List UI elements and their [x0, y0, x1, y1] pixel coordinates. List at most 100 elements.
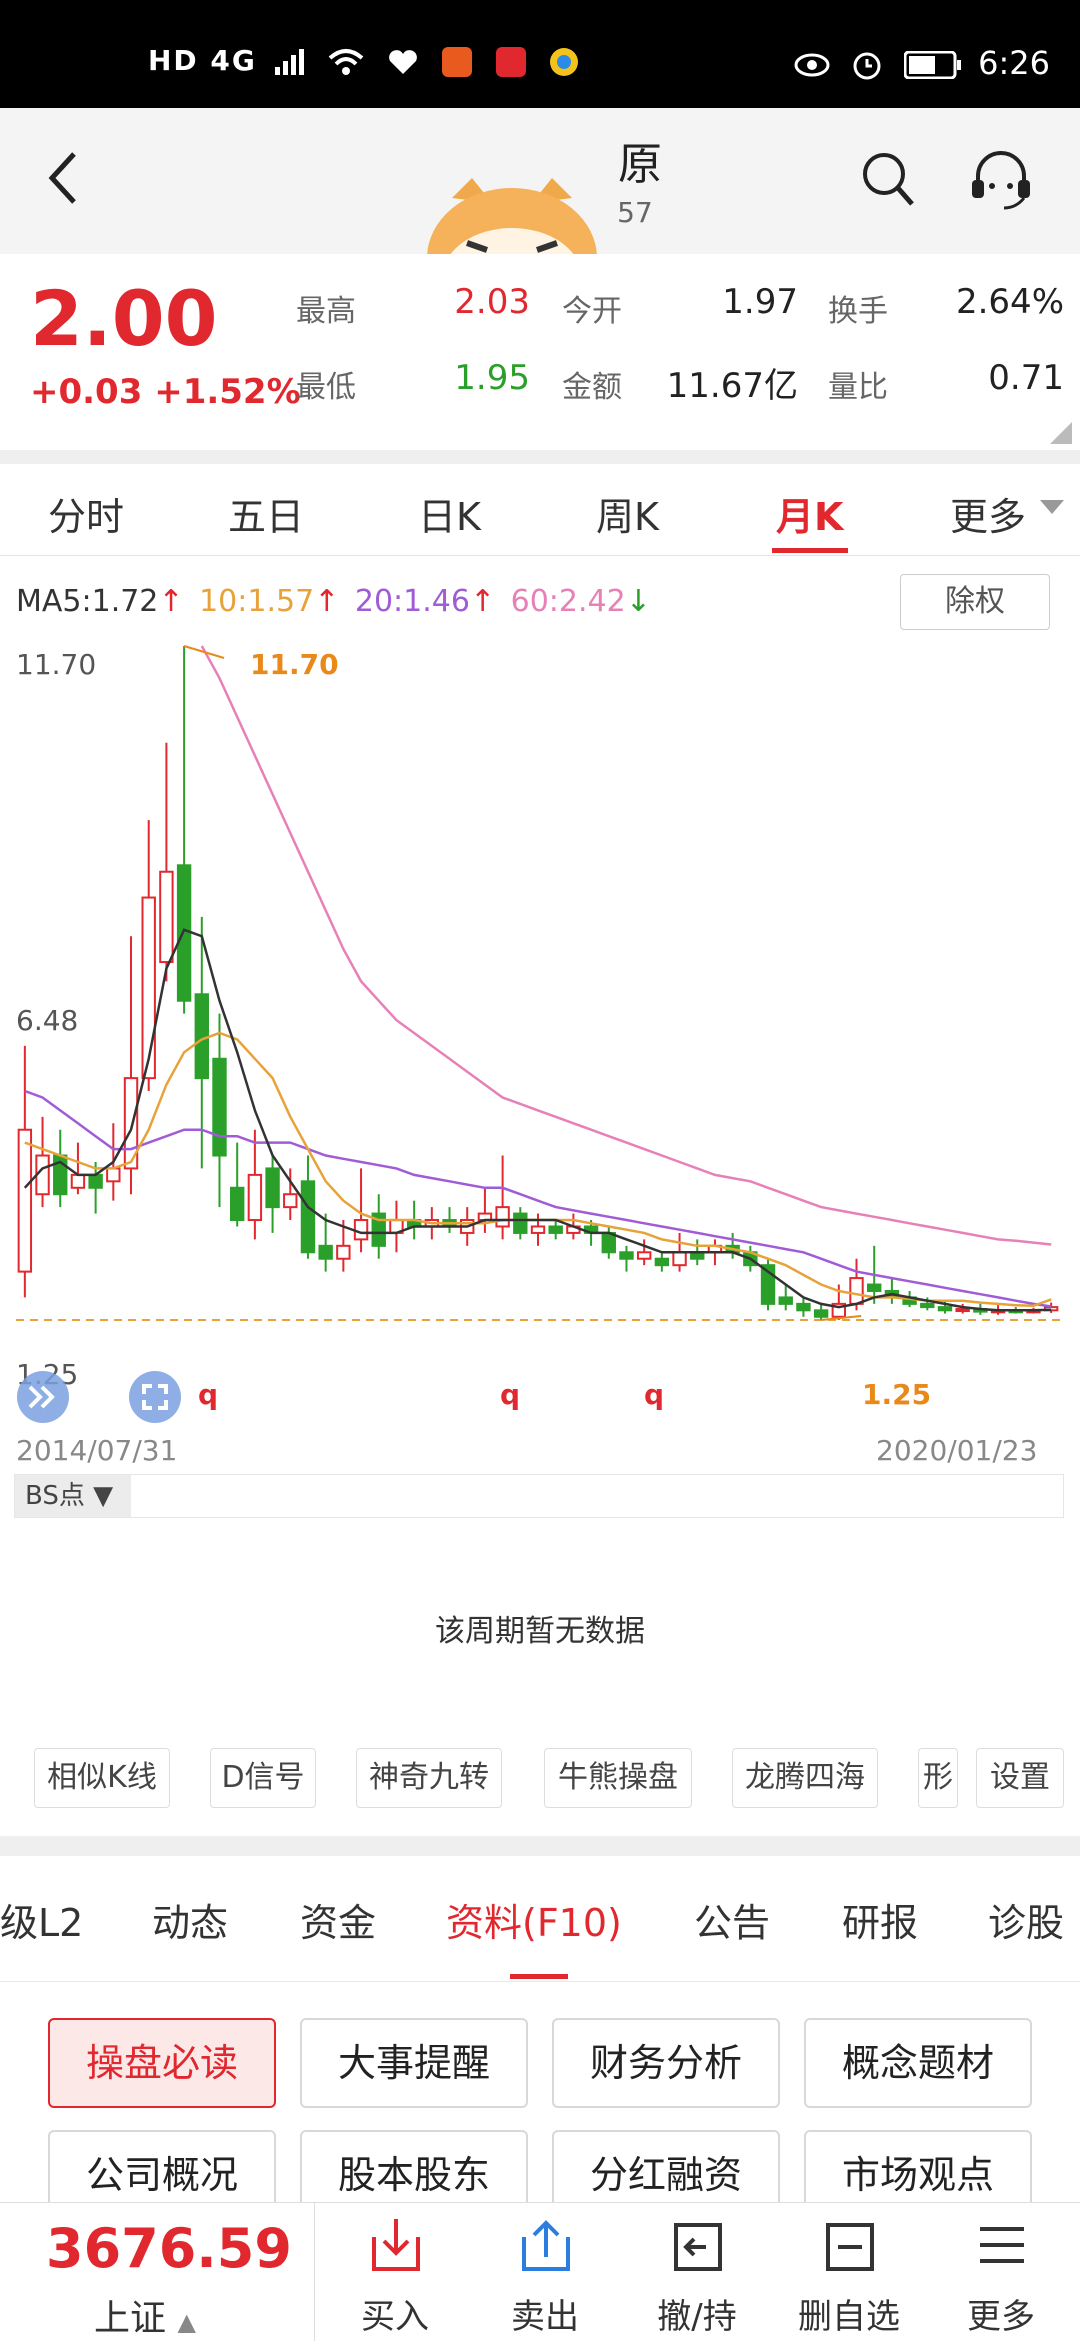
sell-icon	[522, 2220, 570, 2271]
tool-pattern[interactable]: 形	[918, 1748, 958, 1808]
candle-body	[229, 1186, 245, 1222]
y-tick-high: 11.70	[16, 648, 97, 681]
tab-intraday[interactable]: 分时	[48, 486, 124, 541]
candle-body	[813, 1309, 829, 1318]
candle-body	[530, 1225, 546, 1234]
active-tab-indicator	[772, 548, 848, 553]
tab-news[interactable]: 动态	[152, 1892, 228, 1947]
customer-service-icon[interactable]	[966, 146, 1036, 216]
candle-body	[548, 1225, 563, 1234]
buy-icon	[372, 2219, 420, 2271]
ma10-line	[24, 1031, 1052, 1308]
tab-five-day[interactable]: 五日	[228, 486, 304, 541]
tab-monthly-k[interactable]: 月K	[776, 486, 843, 541]
menu-icon	[980, 2227, 1024, 2263]
status-bar: HD 4G 6:26	[0, 0, 1080, 108]
event-marker[interactable]: q	[500, 1378, 520, 1411]
period-tabs: 分时 五日 日K 周K 月K 更多	[0, 464, 1080, 556]
x-end-date: 2020/01/23	[876, 1434, 1038, 1467]
tool-dragon[interactable]: 龙腾四海	[732, 1748, 878, 1808]
candle-body	[796, 1302, 811, 1312]
search-icon[interactable]	[860, 150, 916, 210]
tool-settings[interactable]: 设置	[976, 1748, 1064, 1808]
event-marker[interactable]: q	[644, 1378, 664, 1411]
tool-d-signal[interactable]: D信号	[210, 1748, 316, 1808]
no-data-message: 该周期暂无数据	[435, 1614, 645, 1649]
btn-event-reminder[interactable]: 大事提醒	[300, 2018, 528, 2108]
btn-financial-analysis[interactable]: 财务分析	[552, 2018, 780, 2108]
caret-up-icon: ▲	[177, 2308, 196, 2336]
label-amount: 金额	[562, 370, 622, 405]
eye-icon	[794, 53, 830, 77]
network-label: HD 4G	[148, 44, 257, 77]
remove-watchlist-label: 删自选	[798, 2297, 900, 2337]
candle-body	[619, 1251, 634, 1260]
index-name[interactable]: 上证 ▲	[94, 2289, 196, 2341]
tab-diagnosis[interactable]: 诊股	[988, 1892, 1064, 1947]
clock: 6:26	[978, 44, 1050, 82]
label-open: 今开	[562, 294, 622, 329]
tab-more[interactable]: 更多	[950, 486, 1026, 541]
tool-magic-nine[interactable]: 神奇九转	[356, 1748, 502, 1808]
fullscreen-icon[interactable]	[128, 1370, 182, 1424]
fast-forward-icon[interactable]	[16, 1370, 70, 1424]
sell-button[interactable]: 卖出	[470, 2203, 620, 2341]
active-tab-indicator	[510, 1974, 568, 1979]
remove-watchlist-icon	[826, 2223, 874, 2271]
cancel-order-icon	[674, 2223, 722, 2271]
ex-rights-button[interactable]: 除权	[900, 574, 1050, 630]
bs-point-toggle[interactable]: BS点 ▼	[15, 1475, 131, 1517]
tool-bull-bear[interactable]: 牛熊操盘	[544, 1748, 692, 1808]
more-button[interactable]: 更多	[926, 2203, 1076, 2341]
tab-f10[interactable]: 资料(F10)	[446, 1892, 622, 1947]
divider	[0, 1836, 1080, 1856]
tab-funds[interactable]: 资金	[300, 1892, 376, 1947]
expand-corner-icon[interactable]	[1050, 422, 1072, 444]
buy-button[interactable]: 买入	[320, 2203, 470, 2341]
tab-weekly-k[interactable]: 周K	[596, 486, 659, 541]
candle-body	[88, 1173, 103, 1189]
btn-must-read[interactable]: 操盘必读	[48, 2018, 276, 2108]
tab-research[interactable]: 研报	[842, 1892, 918, 1947]
candle-body	[194, 993, 209, 1080]
candle-body	[672, 1251, 687, 1267]
value-amount: 11.67亿	[666, 366, 798, 406]
tab-announcements[interactable]: 公告	[694, 1892, 770, 1947]
x-start-date: 2014/07/31	[16, 1434, 178, 1467]
remove-watchlist-button[interactable]: 删自选	[774, 2203, 924, 2341]
tab-daily-k[interactable]: 日K	[418, 486, 481, 541]
value-volume-ratio: 0.71	[988, 358, 1064, 398]
value-high: 2.03	[454, 282, 530, 322]
ma10-value: 10:1.57	[199, 584, 315, 619]
candle-body	[141, 896, 156, 1080]
tool-similar-kline[interactable]: 相似K线	[34, 1748, 170, 1808]
candle-body	[336, 1244, 351, 1260]
candle-body	[920, 1302, 935, 1309]
signal-icon	[274, 49, 304, 75]
btn-concepts[interactable]: 概念题材	[804, 2018, 1032, 2108]
candle-body	[70, 1173, 86, 1189]
candle-body	[300, 1180, 316, 1254]
candle-body	[212, 1057, 227, 1157]
alarm-icon	[853, 52, 881, 80]
kline-chart[interactable]	[0, 630, 1080, 1470]
ma20-arrow: ↑	[469, 584, 496, 619]
sell-label: 卖出	[511, 2297, 579, 2337]
value-open: 1.97	[722, 282, 798, 322]
ma5-arrow: ↑	[158, 584, 184, 619]
wifi-icon	[329, 49, 364, 75]
index-name-label: 上证	[94, 2298, 167, 2339]
event-marker[interactable]: q	[198, 1378, 218, 1411]
ma60-arrow: ↓	[625, 584, 651, 619]
heart-icon	[389, 50, 418, 74]
tab-level2[interactable]: 级L2	[0, 1892, 83, 1947]
max-price-label: 11.70	[250, 648, 339, 681]
divider	[0, 450, 1080, 464]
index-value[interactable]: 3676.59	[46, 2217, 292, 2280]
label-turnover: 换手	[828, 294, 888, 329]
cancel-hold-button[interactable]: 撤/持	[622, 2203, 772, 2341]
candle-body	[601, 1231, 616, 1254]
y-tick-mid: 6.48	[16, 1004, 79, 1037]
chevron-down-icon[interactable]	[1040, 500, 1064, 516]
quote-panel: 2.00 +0.03 +1.52% 最高 2.03 今开 1.97 换手 2.6…	[0, 254, 1080, 450]
